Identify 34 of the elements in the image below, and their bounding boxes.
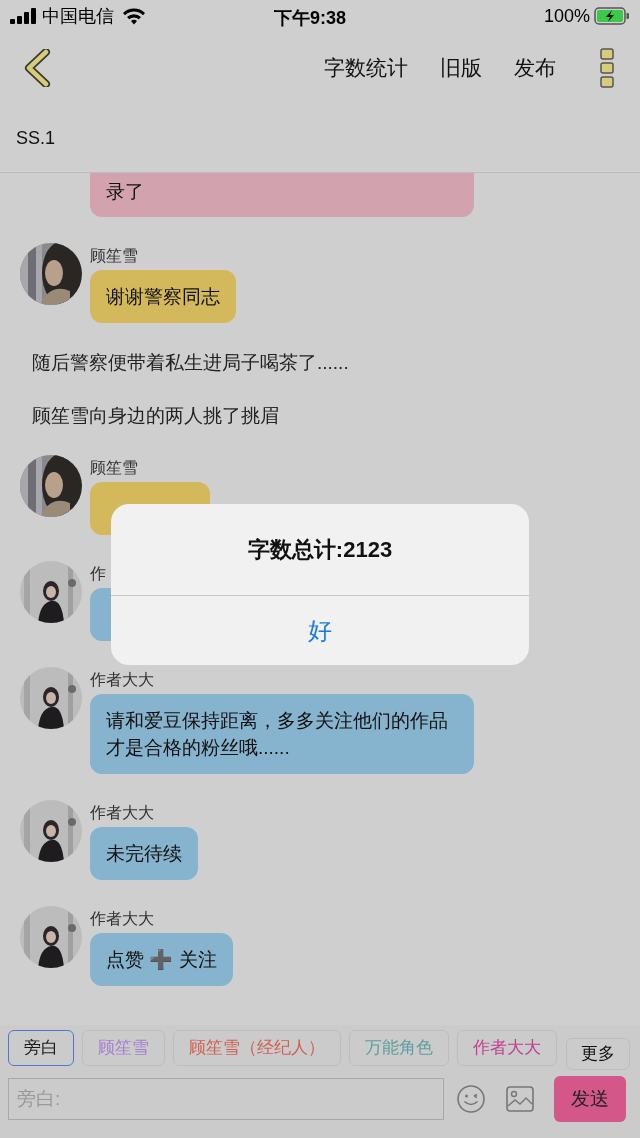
- narration-text: 顾笙雪向身边的两人挑了挑眉: [31, 404, 280, 428]
- role-tab[interactable]: 旁白: [8, 1030, 74, 1066]
- more-icon[interactable]: [600, 48, 614, 88]
- message-bubble: 谢谢警察同志: [90, 270, 236, 323]
- message-bubble: 请和爱豆保持距离，多多关注他们的作品才是合格的粉丝哦......: [90, 694, 474, 774]
- speaker-name: 作者大大: [90, 803, 154, 823]
- role-tab[interactable]: 顾笙雪（经纪人）: [173, 1030, 341, 1066]
- carrier-name: 中国电信: [42, 4, 114, 28]
- status-time: 下午9:38: [274, 7, 347, 30]
- ok-button[interactable]: 好: [296, 612, 344, 649]
- message-bubble: 录了: [90, 173, 474, 217]
- signal-icon: [10, 8, 38, 24]
- narration-text: 随后警察便带着私生进局子喝茶了......: [31, 351, 350, 375]
- speaker-name: 作者大大: [90, 670, 154, 690]
- image-icon[interactable]: [506, 1086, 534, 1112]
- speaker-name: 作: [90, 564, 106, 584]
- chapter-title: SS.1: [16, 126, 56, 150]
- message-bubble: 未完待续: [90, 827, 198, 880]
- battery-percentage: 100%: [543, 4, 590, 28]
- dialog-title: 字数总计:2123: [247, 536, 393, 564]
- speaker-name: 顾笙雪: [90, 458, 138, 478]
- more-button[interactable]: 更多: [566, 1038, 630, 1070]
- send-button[interactable]: 发送: [554, 1076, 626, 1122]
- role-tab[interactable]: 作者大大: [457, 1030, 557, 1066]
- message-bubble: 点赞 ➕ 关注: [90, 933, 233, 986]
- emoji-icon[interactable]: [456, 1084, 486, 1114]
- back-icon[interactable]: [24, 49, 52, 87]
- nav-action[interactable]: 发布: [514, 52, 556, 84]
- speaker-name: 作者大大: [90, 909, 154, 929]
- nav-action[interactable]: 字数统计: [324, 52, 408, 84]
- speaker-name: 顾笙雪: [90, 246, 138, 266]
- nav-action[interactable]: 旧版: [440, 52, 482, 84]
- battery-charging-icon: [594, 7, 630, 25]
- wifi-icon: [122, 7, 146, 25]
